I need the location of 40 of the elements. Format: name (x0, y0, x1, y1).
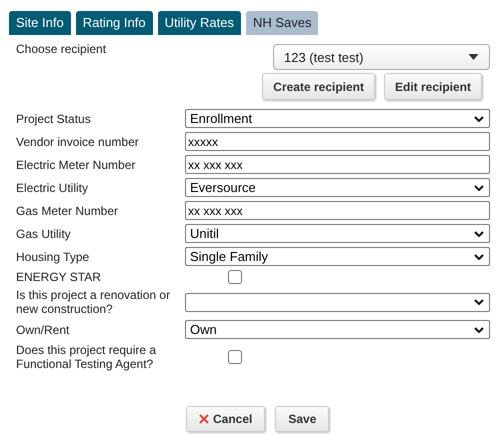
field-label: Gas Meter Number (16, 204, 120, 218)
tab[interactable]: Utility Rates (158, 11, 241, 35)
tab[interactable]: NH Saves (246, 11, 318, 35)
chevron-down-icon (474, 116, 484, 122)
field-label: Gas Utility (16, 226, 72, 240)
field-label: Electric Utility (16, 180, 90, 194)
dropdown-field[interactable]: Enrollment (185, 109, 490, 128)
chevron-down-icon (474, 184, 484, 190)
close-icon (199, 414, 209, 424)
recipient-dropdown[interactable]: 123 (test test) (273, 44, 490, 70)
recipient-button[interactable]: Edit recipient (384, 73, 482, 100)
field-label: Housing Type (16, 250, 90, 264)
field-label: Is this project a renovation or new construction? (16, 288, 171, 316)
dropdown-field[interactable]: Own (185, 320, 490, 339)
chevron-down-icon (474, 254, 484, 260)
field-label: Electric Meter Number (16, 158, 136, 172)
dropdown-field[interactable]: Unitil (185, 224, 490, 243)
field-label: Does this project require a Functional Testing Agent? (16, 343, 158, 371)
field-label: Vendor invoice number (16, 134, 140, 148)
tab[interactable]: Rating Info (76, 11, 153, 35)
cancel-button[interactable]: Cancel (186, 406, 266, 432)
field-label: Project Status (16, 112, 92, 126)
dropdown-field[interactable]: Single Family (185, 247, 490, 266)
text-field[interactable]: xx xxx xxx (185, 155, 490, 174)
text-field[interactable]: xxxxx (185, 132, 490, 151)
tab[interactable]: Site Info (9, 11, 71, 35)
field-label: Choose recipient (16, 42, 106, 58)
recipient-button[interactable]: Create recipient (262, 73, 375, 100)
chevron-down-icon (474, 230, 484, 236)
field-label: ENERGY STAR (16, 270, 102, 284)
save-button[interactable]: Save (275, 406, 330, 432)
chevron-down-icon (474, 299, 484, 305)
dropdown-field[interactable] (185, 292, 490, 312)
dropdown-field[interactable]: Eversource (185, 178, 490, 197)
text-field[interactable]: xx xxx xxx (185, 201, 490, 220)
checkbox[interactable] (228, 270, 242, 284)
chevron-down-icon (474, 326, 484, 332)
checkbox[interactable] (228, 350, 242, 364)
field-label: Own/Rent (16, 322, 70, 336)
dropdown-caret-icon (468, 54, 479, 60)
